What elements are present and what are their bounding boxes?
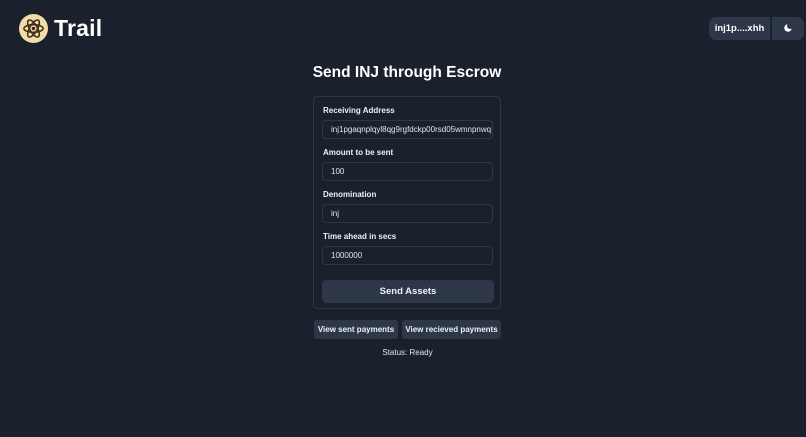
receiving-address-input[interactable] <box>322 120 493 139</box>
moon-icon <box>783 21 793 36</box>
theme-toggle-button[interactable] <box>772 17 804 40</box>
amount-input[interactable] <box>322 162 493 181</box>
denomination-label: Denomination <box>323 190 377 199</box>
trail-logo-icon <box>19 14 48 43</box>
wallet-address-button[interactable]: inj1p....xhh <box>709 17 770 40</box>
header: Trail inj1p....xhh <box>0 0 806 57</box>
receiving-address-label: Receiving Address <box>323 106 395 115</box>
amount-label: Amount to be sent <box>323 148 394 157</box>
view-received-payments-button[interactable]: View recieved payments <box>402 320 501 339</box>
send-assets-button[interactable]: Send Assets <box>322 280 494 303</box>
denomination-input[interactable] <box>322 204 493 223</box>
brand-name: Trail <box>54 15 103 41</box>
time-ahead-input[interactable] <box>322 246 493 265</box>
view-sent-payments-button[interactable]: View sent payments <box>314 320 398 339</box>
status-text: Status: Ready <box>382 348 433 357</box>
time-ahead-label: Time ahead in secs <box>323 232 397 241</box>
page-title: Send INJ through Escrow <box>312 64 502 81</box>
escrow-form: Receiving Address Amount to be sent Deno… <box>313 96 501 309</box>
logo-link[interactable]: Trail <box>19 14 102 43</box>
